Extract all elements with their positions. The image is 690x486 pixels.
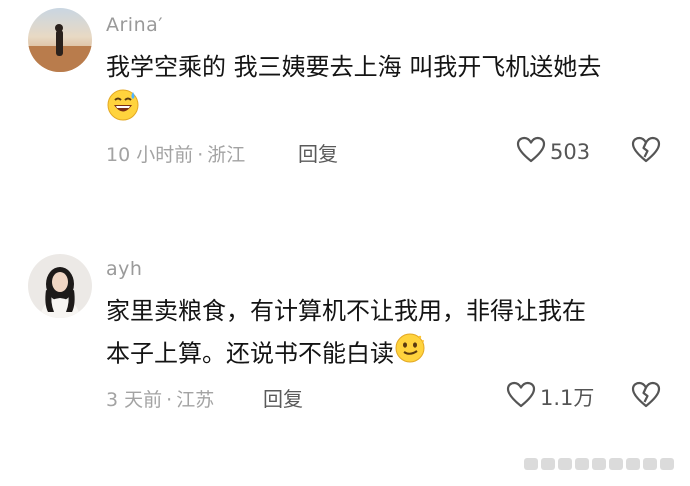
avatar[interactable] [28,8,92,72]
location: 浙江 [207,144,246,166]
username[interactable]: Arina′ [106,14,163,36]
reply-button[interactable]: 回复 [263,383,303,412]
avatar-image [28,254,92,318]
watermark [524,454,674,474]
comment-text: 家里卖粮食，有计算机不让我用，非得让我在 本子上算。还说书不能白读 [106,290,666,377]
sweat-smile-emoji [106,88,140,135]
comment-text-fragment: 本子上算。还说书不能白读 [106,339,394,368]
reply-button[interactable]: 回复 [298,138,338,167]
comment-item: Arina′ 我学空乘的 我三姨要去上海 叫我开飞机送她去 10 小时前 · 浙江 … [0,0,690,240]
heart-icon [506,381,536,413]
timestamp: 10 小时前 [106,144,194,166]
timestamp: 3 天前 [106,389,163,411]
location: 江苏 [176,389,215,411]
dislike-button[interactable] [631,136,661,168]
emoji-line [106,88,666,130]
separator: · [166,389,173,411]
username[interactable]: ayh [106,258,142,280]
comment-item: ayh 家里卖粮食，有计算机不让我用，非得让我在 本子上算。还说书不能白读 3 … [0,240,690,486]
like-button[interactable]: 503 [516,136,590,168]
like-button[interactable]: 1.1万 [506,381,594,413]
comment-meta: 3 天前 · 江苏 [106,385,214,412]
comment-text: 我学空乘的 我三姨要去上海 叫我开飞机送她去 [106,46,666,130]
dislike-button[interactable] [631,381,661,413]
avatar[interactable] [28,254,92,318]
comment-text-line: 我学空乘的 我三姨要去上海 叫我开飞机送她去 [106,53,602,81]
comment-text-line-2: 本子上算。还说书不能白读 [106,332,666,377]
comment-text-line: 家里卖粮食，有计算机不让我用，非得让我在 [106,297,586,325]
heart-icon [516,136,546,168]
like-count: 1.1万 [540,386,595,410]
avatar-image [28,8,92,72]
separator: · [197,144,204,166]
broken-heart-icon [631,381,661,413]
broken-heart-icon [631,136,661,168]
smirk-emoji [394,332,426,377]
comment-meta: 10 小时前 · 浙江 [106,140,245,167]
like-count: 503 [550,140,591,164]
